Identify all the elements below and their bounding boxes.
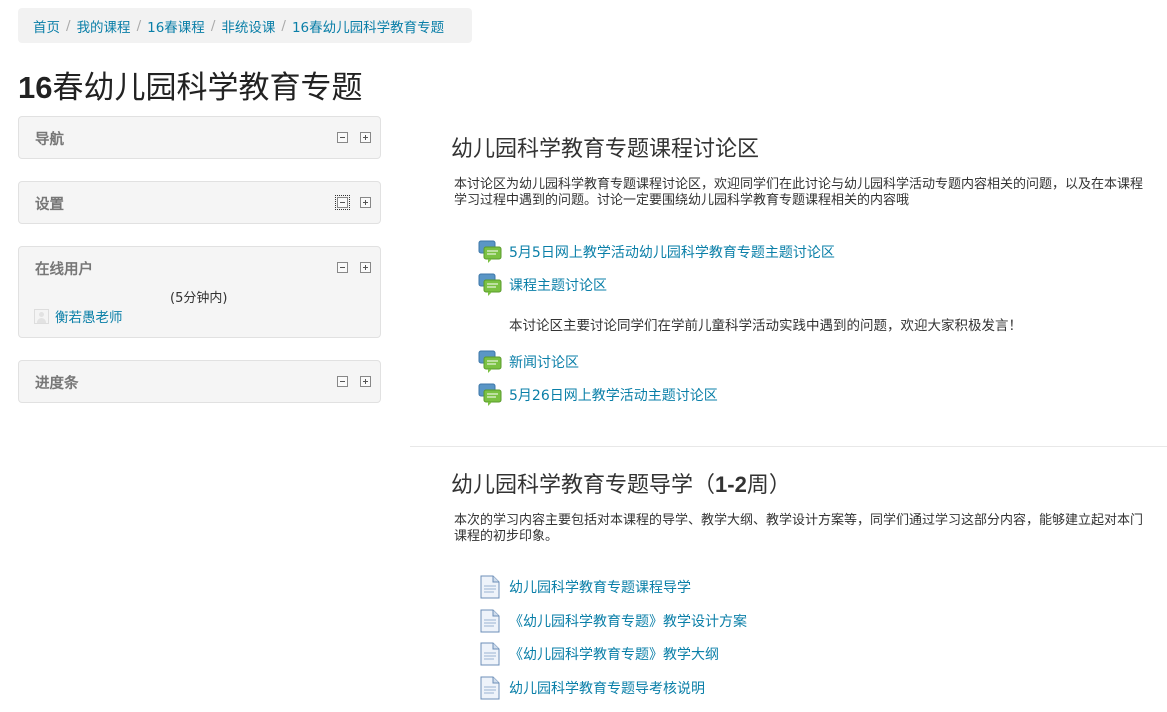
online-user-item: 衡若愚老师	[34, 306, 123, 326]
avatar-icon	[34, 308, 49, 324]
breadcrumb-home[interactable]: 首页	[33, 16, 60, 36]
breadcrumb-separator: /	[66, 17, 71, 34]
page-title-rest: 春幼儿园科学教育专题	[52, 70, 363, 106]
forum-icon	[478, 383, 503, 407]
section-title-part: 周）	[746, 473, 791, 498]
block-title: 在线用户	[35, 262, 93, 278]
activity-link[interactable]: 幼儿园科学教育专题导考核说明	[509, 678, 705, 698]
collapse-icon[interactable]	[337, 376, 348, 387]
activity-forum[interactable]: 5月26日网上教学活动主题讨论区	[478, 383, 718, 407]
page-title-prefix: 16	[18, 70, 53, 105]
dock-icon[interactable]	[360, 197, 371, 208]
page-icon	[478, 575, 503, 599]
block-settings: 设置	[18, 181, 381, 224]
breadcrumb-category[interactable]: 非统设课	[221, 16, 275, 36]
block-title: 进度条	[35, 376, 79, 392]
collapse-icon[interactable]	[337, 262, 348, 273]
breadcrumb-my-courses[interactable]: 我的课程	[77, 16, 131, 36]
online-period-note: (5分钟内)	[170, 291, 228, 306]
page-icon	[478, 642, 503, 666]
activity-page[interactable]: 《幼儿园科学教育专题》教学大纲	[478, 642, 719, 666]
activity-forum[interactable]: 课程主题讨论区	[478, 273, 607, 297]
section-title: 幼儿园科学教育专题导学（1-2周）	[451, 467, 791, 499]
breadcrumb-separator: /	[281, 17, 286, 34]
block-title: 设置	[35, 197, 64, 213]
section-summary: 本次的学习内容主要包括对本课程的导学、教学大纲、教学设计方案等，同学们通过学习这…	[454, 513, 1144, 544]
breadcrumb-term[interactable]: 16春课程	[147, 16, 205, 36]
activity-page[interactable]: 幼儿园科学教育专题课程导学	[478, 575, 691, 599]
dock-icon[interactable]	[360, 376, 371, 387]
forum-icon	[478, 350, 503, 374]
section-title-weeks: 1-2	[715, 472, 747, 497]
activity-link[interactable]: 5月26日网上教学活动主题讨论区	[509, 385, 718, 405]
forum-icon	[478, 240, 503, 264]
online-user-link[interactable]: 衡若愚老师	[55, 306, 123, 326]
activity-link[interactable]: 《幼儿园科学教育专题》教学设计方案	[509, 611, 747, 631]
forum-icon	[478, 273, 503, 297]
activity-page[interactable]: 《幼儿园科学教育专题》教学设计方案	[478, 609, 747, 633]
activity-link[interactable]: 5月5日网上教学活动幼儿园科学教育专题主题讨论区	[509, 242, 835, 262]
section-divider	[410, 446, 1167, 447]
collapse-icon[interactable]	[335, 195, 350, 210]
activity-link[interactable]: 新闻讨论区	[509, 352, 579, 372]
dock-icon[interactable]	[360, 132, 371, 143]
collapse-icon[interactable]	[337, 132, 348, 143]
breadcrumb-course[interactable]: 16春幼儿园科学教育专题	[292, 16, 444, 36]
breadcrumb-separator: /	[136, 17, 142, 34]
activity-link[interactable]: 《幼儿园科学教育专题》教学大纲	[509, 644, 719, 664]
block-title: 导航	[35, 132, 64, 148]
breadcrumb-separator: /	[210, 17, 216, 34]
block-navigation: 导航	[18, 116, 381, 159]
page-icon	[478, 676, 503, 700]
activity-forum[interactable]: 新闻讨论区	[478, 350, 579, 374]
breadcrumb: 首页 / 我的课程 / 16春课程 / 非统设课 / 16春幼儿园科学教育专题	[18, 8, 472, 43]
activity-forum[interactable]: 5月5日网上教学活动幼儿园科学教育专题主题讨论区	[478, 240, 835, 264]
section-summary: 本讨论区为幼儿园科学教育专题课程讨论区，欢迎同学们在此讨论与幼儿园科学活动专题内…	[454, 177, 1144, 208]
activity-page[interactable]: 幼儿园科学教育专题导考核说明	[478, 676, 705, 700]
page-icon	[478, 609, 503, 633]
section-title-part: 幼儿园科学教育专题导学（	[451, 473, 716, 498]
activity-link[interactable]: 课程主题讨论区	[509, 275, 607, 295]
activity-link[interactable]: 幼儿园科学教育专题课程导学	[509, 577, 691, 597]
page-title: 16春幼儿园科学教育专题	[18, 62, 362, 107]
dock-icon[interactable]	[360, 262, 371, 273]
block-progress: 进度条	[18, 360, 381, 403]
section-title: 幼儿园科学教育专题课程讨论区	[451, 137, 760, 162]
activity-description: 本讨论区主要讨论同学们在学前儿童科学活动实践中遇到的问题，欢迎大家积极发言！	[509, 318, 1022, 334]
block-online-users: 在线用户 (5分钟内) 衡若愚老师	[18, 246, 381, 338]
